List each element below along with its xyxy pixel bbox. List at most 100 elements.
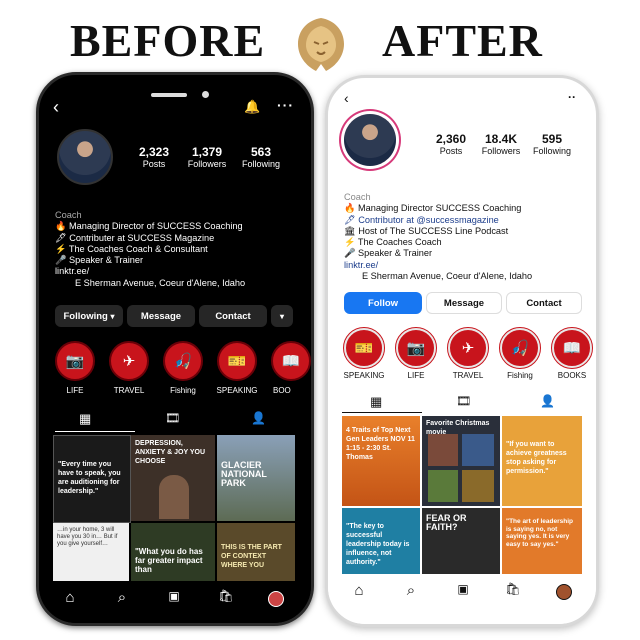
post-caption: "What you do has far greater impact than bbox=[135, 547, 203, 574]
highlight-fishing[interactable]: 🎣 bbox=[163, 341, 203, 381]
reels-tab-icon[interactable]: 🎞 bbox=[165, 411, 180, 425]
fishing-icon: 🎣 bbox=[173, 353, 193, 370]
highlight-label: LIFE bbox=[66, 386, 84, 395]
back-arrow-icon[interactable]: ‹ bbox=[53, 97, 59, 118]
bio: Coach 🔥 Managing Director of SUCCESS Coa… bbox=[55, 210, 245, 289]
reels-tab-icon[interactable]: 🎞 bbox=[456, 394, 471, 408]
reels-icon[interactable]: ▣ bbox=[163, 589, 185, 603]
highlight-label: SPEAKING bbox=[343, 371, 385, 380]
message-button[interactable]: Message bbox=[127, 305, 195, 327]
highlight-books[interactable]: 📖 bbox=[551, 327, 593, 369]
post-caption: "If you want to achieve greatness stop a… bbox=[506, 441, 567, 475]
highlight-speaking[interactable]: 🎫 bbox=[343, 327, 385, 369]
bio-line: 🔥 Managing Director of SUCCESS Coaching bbox=[55, 221, 243, 232]
bio-address[interactable]: E Sherman Avenue, Coeur d'Alene, Idaho bbox=[55, 278, 245, 289]
post-caption: FEAR OR FAITH? bbox=[426, 513, 467, 532]
tagged-tab-icon[interactable]: 👤 bbox=[540, 394, 555, 408]
highlight-label: TRAVEL bbox=[113, 386, 145, 395]
avatar[interactable] bbox=[344, 114, 396, 166]
post-caption: DEPRESSION, ANXIETY & JOY YOU CHOOSE bbox=[135, 440, 206, 465]
book-icon: 📖 bbox=[281, 353, 301, 370]
shop-icon[interactable]: 🛍 bbox=[215, 589, 237, 603]
following-count[interactable]: 563 bbox=[231, 145, 291, 159]
highlight-travel[interactable]: ✈ bbox=[447, 327, 489, 369]
post-tile[interactable]: "If you want to achieve greatness stop a… bbox=[502, 416, 582, 506]
post-caption: "Every time you have to speak, you are a… bbox=[58, 461, 121, 495]
chevron-down-icon: ▾ bbox=[110, 311, 115, 321]
lion-logo-icon bbox=[298, 18, 344, 71]
highlight-life[interactable]: 📷 bbox=[395, 327, 437, 369]
reels-icon[interactable]: ▣ bbox=[452, 582, 474, 596]
post-tile[interactable]: GLACIER NATIONAL PARK bbox=[217, 435, 295, 521]
post-caption: "The key to successful leadership today … bbox=[346, 523, 410, 566]
post-tile[interactable]: "What you do has far greater impact than bbox=[131, 523, 215, 585]
grid-tab-icon[interactable]: ▦ bbox=[79, 411, 91, 427]
more-options-icon[interactable]: ··· bbox=[277, 97, 294, 113]
followers-label[interactable]: Followers bbox=[177, 159, 237, 169]
search-icon[interactable]: ⌕ bbox=[111, 589, 133, 606]
followers-count[interactable]: 1,379 bbox=[177, 145, 237, 159]
post-tile[interactable]: …in your home, 3 will have you 30 in… Bu… bbox=[53, 523, 129, 585]
tagged-tab-icon[interactable]: 👤 bbox=[251, 411, 266, 425]
movie-still bbox=[428, 434, 458, 466]
bio-line: 🎤 Speaker & Trainer bbox=[344, 248, 433, 259]
back-arrow-icon[interactable]: ‹ bbox=[344, 90, 349, 106]
grid-tab-icon[interactable]: ▦ bbox=[370, 394, 382, 410]
post-tile[interactable]: DEPRESSION, ANXIETY & JOY YOU CHOOSE bbox=[131, 435, 215, 521]
post-tile[interactable]: "The key to successful leadership today … bbox=[342, 508, 420, 574]
post-tile[interactable]: "The art of leadership is saying no, not… bbox=[502, 508, 582, 574]
post-tile[interactable]: FEAR OR FAITH? bbox=[422, 508, 500, 574]
profile-avatar-icon[interactable] bbox=[268, 591, 284, 607]
bell-icon[interactable]: 🔔 bbox=[244, 99, 260, 115]
movie-still bbox=[462, 434, 494, 466]
post-tile[interactable]: 4 Traits of Top Next Gen Leaders NOV 11 … bbox=[342, 416, 420, 506]
ticket-icon: 🎫 bbox=[354, 340, 374, 357]
following-count[interactable]: 595 bbox=[522, 132, 582, 146]
bio: Coach 🔥 Managing Director SUCCESS Coachi… bbox=[344, 192, 532, 282]
shop-icon[interactable]: 🛍 bbox=[502, 582, 524, 596]
suggested-chevron-icon[interactable]: ▾ bbox=[271, 305, 293, 327]
bio-category: Coach bbox=[55, 210, 82, 220]
following-label[interactable]: Following bbox=[231, 159, 291, 169]
search-icon[interactable]: ⌕ bbox=[400, 582, 422, 599]
following-button[interactable]: Following ▾ bbox=[55, 305, 123, 327]
highlight-label: LIFE bbox=[407, 371, 425, 380]
post-tile[interactable]: "Every time you have to speak, you are a… bbox=[53, 435, 131, 523]
highlight-fishing[interactable]: 🎣 bbox=[499, 327, 541, 369]
message-button[interactable]: Message bbox=[426, 292, 502, 314]
post-caption: THIS IS THE PART OF CONTEXT WHERE YOU bbox=[221, 544, 282, 569]
posts-count: 2,323 bbox=[138, 145, 170, 159]
post-caption: "The art of leadership is saying no, not… bbox=[506, 518, 574, 548]
highlight-books[interactable]: 📖 bbox=[271, 341, 311, 381]
avatar[interactable] bbox=[57, 129, 113, 185]
home-icon[interactable]: ⌂ bbox=[59, 589, 81, 606]
bio-link[interactable]: linktr.ee/ bbox=[55, 266, 245, 277]
highlight-travel[interactable]: ✈ bbox=[109, 341, 149, 381]
post-caption: GLACIER NATIONAL PARK bbox=[221, 460, 267, 488]
bio-line: 🏛 Host of The SUCCESS Line Podcast bbox=[344, 225, 509, 236]
contact-button[interactable]: Contact bbox=[199, 305, 267, 327]
bio-link[interactable]: linktr.ee/ bbox=[344, 260, 532, 271]
post-tile[interactable]: Favorite Christmas movie bbox=[422, 416, 500, 506]
post-caption: 4 Traits of Top Next Gen Leaders NOV 11 … bbox=[346, 427, 415, 461]
follow-button[interactable]: Follow bbox=[344, 292, 422, 314]
bio-mention[interactable]: 🖋 Contributor at @successmagazine bbox=[344, 215, 499, 225]
bio-category: Coach bbox=[344, 192, 371, 202]
home-icon[interactable]: ⌂ bbox=[348, 582, 370, 599]
movie-still bbox=[462, 470, 494, 502]
after-heading: AFTER bbox=[382, 15, 543, 66]
more-options-icon[interactable]: ·· bbox=[568, 90, 576, 104]
highlight-life[interactable]: 📷 bbox=[55, 341, 95, 381]
after-phone: ‹ ·· 2,360 Posts 18.4K Followers 595 Fol… bbox=[325, 75, 599, 627]
following-button-label: Following bbox=[63, 310, 108, 322]
post-tile[interactable]: THIS IS THE PART OF CONTEXT WHERE YOU bbox=[217, 523, 295, 585]
profile-avatar-icon[interactable] bbox=[556, 584, 572, 600]
bio-address[interactable]: E Sherman Avenue, Coeur d'Alene, Idaho bbox=[344, 271, 532, 282]
highlight-label: Fishing bbox=[507, 371, 533, 380]
airplane-icon: ✈ bbox=[122, 353, 136, 370]
highlight-speaking[interactable]: 🎫 bbox=[217, 341, 257, 381]
contact-button[interactable]: Contact bbox=[506, 292, 582, 314]
active-tab-underline bbox=[342, 412, 422, 413]
following-label[interactable]: Following bbox=[522, 146, 582, 156]
person-image bbox=[159, 475, 189, 519]
